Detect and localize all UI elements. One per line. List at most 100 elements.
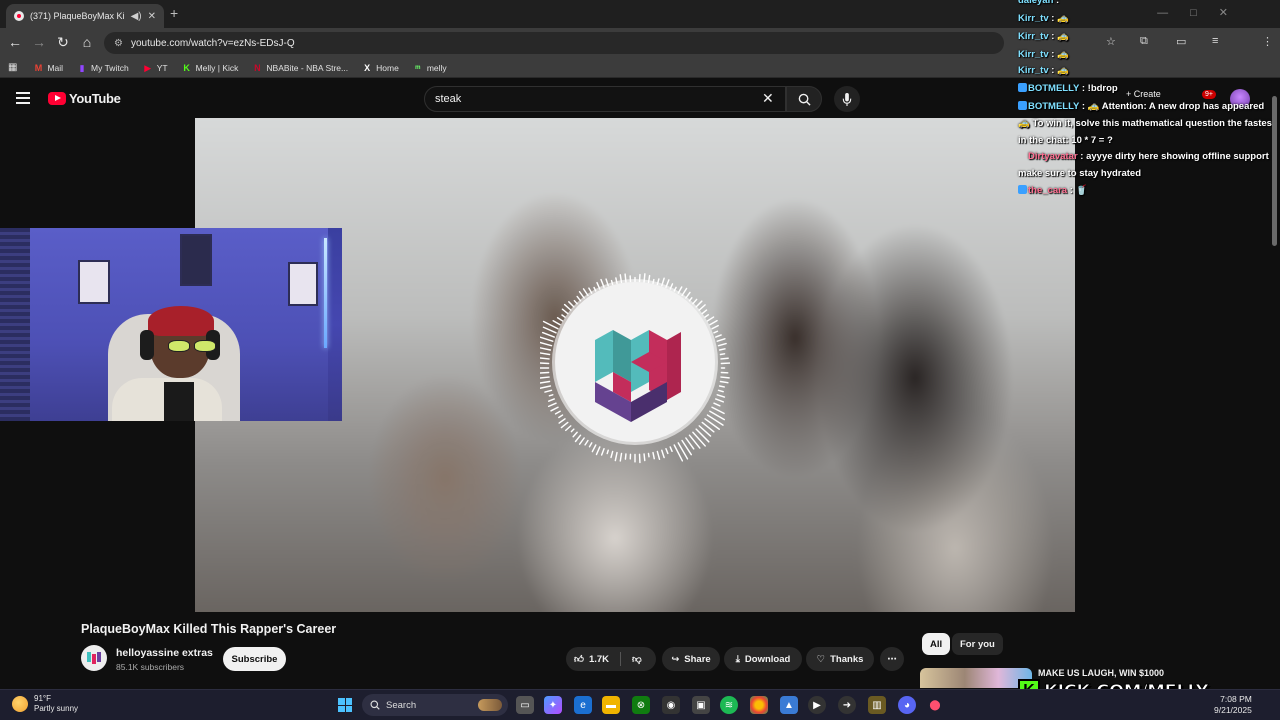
reload-icon[interactable]: ↻ [54, 34, 72, 51]
chat-username[interactable]: Dirtyavatar [1028, 151, 1078, 162]
chip-all[interactable]: All [922, 633, 951, 655]
site-info-icon[interactable]: ⚙ [114, 38, 123, 49]
visualizer-bar [624, 453, 627, 460]
photos-icon[interactable]: ▲ [780, 696, 798, 714]
share-button[interactable]: ↪ Share [662, 647, 720, 671]
thumbs-down-icon[interactable]: 👎︎ [632, 653, 642, 665]
bookmark-item[interactable]: N NBABite - NBA Stre... [252, 63, 348, 73]
chip-for-you[interactable]: For you [952, 633, 1003, 655]
visualizer-bar [593, 286, 597, 292]
twitch-icon: ▮ [79, 62, 85, 73]
forward-arrow-icon[interactable]: → [30, 34, 48, 50]
system-clock[interactable]: 7:08 PM 9/21/2025 [1214, 694, 1252, 716]
visualizer-bar [624, 273, 627, 283]
channel-avatar[interactable] [81, 645, 107, 671]
address-bar[interactable]: ⚙ youtube.com/watch?v=ezNs-EDsJ-Q [104, 32, 1004, 54]
task-view-icon[interactable]: ▭ [516, 696, 534, 714]
windows-start-icon[interactable] [338, 698, 352, 712]
chat-username[interactable]: daleyah [1018, 0, 1053, 6]
chat-username[interactable]: the_cara [1028, 185, 1067, 196]
search-button[interactable] [786, 86, 822, 112]
chat-username[interactable]: Kirr_tv [1018, 31, 1049, 42]
chrome-icon[interactable] [750, 696, 768, 714]
youtube-logo[interactable]: YouTube [48, 91, 121, 106]
chat-username[interactable]: Kirr_tv [1018, 65, 1049, 76]
bookmark-item[interactable]: K Melly | Kick [182, 63, 238, 73]
bookmark-item[interactable]: ▶ YT [143, 63, 167, 73]
apps-grid-icon[interactable]: ▦ [8, 62, 17, 73]
visualizer-bar [665, 279, 670, 289]
visualizer-bar [706, 316, 715, 322]
subscribe-button[interactable]: Subscribe [223, 647, 286, 671]
chat-text: 🚕 [1057, 13, 1069, 24]
spotify-icon[interactable]: ≋ [720, 696, 738, 714]
copilot-icon[interactable]: ✦ [544, 696, 562, 714]
bookmark-list: M Mail ▮ My Twitch ▶ YT K Melly | Kick N NBABite … [33, 63, 460, 73]
file-explorer-icon[interactable]: ▬ [602, 696, 620, 714]
visualizer-bar [556, 317, 564, 322]
search-input[interactable] [435, 93, 785, 105]
download-button[interactable]: ⤓ Download [724, 647, 802, 671]
chat-username[interactable]: BOTMELLY [1028, 101, 1079, 112]
next-video-thumbnail[interactable] [920, 668, 1032, 688]
home-icon[interactable]: ⌂ [78, 34, 96, 50]
visualizer-bar [661, 449, 665, 459]
visualizer-bar [572, 431, 578, 438]
chat-username[interactable]: Kirr_tv [1018, 13, 1049, 24]
media-player-icon[interactable]: ▶ [808, 696, 826, 714]
edge-icon[interactable]: e [574, 696, 592, 714]
thanks-button[interactable]: ♡ Thanks [806, 647, 874, 671]
visualizer-bar [542, 326, 557, 334]
visualizer-bar [698, 304, 706, 311]
obs-icon[interactable]: ◉ [662, 696, 680, 714]
bookmark-item[interactable]: M Mail [33, 63, 63, 73]
voice-search-button[interactable] [834, 86, 860, 112]
back-arrow-icon[interactable]: ← [6, 34, 24, 50]
hamburger-menu-icon[interactable] [16, 92, 30, 104]
more-actions-button[interactable]: ⋯ [880, 647, 904, 671]
app-icon[interactable]: ➜ [838, 696, 856, 714]
bookmark-item[interactable]: ▮ My Twitch [77, 63, 129, 73]
map-pin-icon[interactable]: ⬤ [926, 696, 944, 714]
chat-badge-icon [1018, 151, 1027, 160]
channel-subscriber-count: 85.1K subscribers [116, 662, 185, 672]
visualizer-bar [695, 300, 703, 308]
channel-name[interactable]: helloyassine extras [116, 647, 213, 659]
chat-username[interactable]: Kirr_tv [1018, 49, 1049, 60]
xbox-icon[interactable]: ⊗ [632, 696, 650, 714]
page-scrollbar[interactable] [1272, 96, 1277, 246]
taskbar-search[interactable]: Search [362, 694, 508, 716]
download-label: Download [744, 653, 791, 665]
store-icon[interactable]: ▣ [692, 696, 710, 714]
weather-temp: 91°F [34, 694, 51, 703]
visualizer-bar [588, 287, 593, 294]
share-arrow-icon: ↪ [671, 653, 680, 665]
speaker-icon[interactable]: ◀) [131, 11, 142, 22]
visualizer-bar [711, 324, 719, 330]
chat-text: 🚕 [1057, 65, 1069, 76]
visualizer-bar [610, 279, 614, 286]
visualizer-bar [540, 347, 552, 351]
visualizer-bar [578, 290, 585, 299]
bookmark-item[interactable]: ᵐ melly [413, 63, 446, 73]
like-button[interactable]: 👍︎ 1.7K [574, 653, 609, 666]
discord-icon[interactable]: ◕ [898, 696, 916, 714]
chat-username[interactable]: BOTMELLY [1028, 83, 1079, 94]
headset-icon [140, 330, 154, 360]
visualizer-bar [669, 283, 674, 290]
tab-title: (371) PlaqueBoyMax Killed [30, 11, 125, 21]
chat-badge-icon [1018, 185, 1027, 194]
weather-widget[interactable]: 91°F Partly sunny [12, 694, 78, 714]
close-tab-icon[interactable]: ✕ [148, 11, 156, 22]
browser-tab-active[interactable]: (371) PlaqueBoyMax Killed ◀) ✕ [6, 4, 164, 28]
chat-separator: : [1077, 151, 1087, 162]
video-title: PlaqueBoyMax Killed This Rapper's Career [81, 622, 337, 636]
visualizer-bar [619, 452, 623, 462]
led-light-strip [324, 238, 327, 348]
app-icon[interactable]: ▥ [868, 696, 886, 714]
bookmark-item[interactable]: X Home [362, 63, 399, 73]
new-tab-icon[interactable]: + [170, 5, 178, 21]
clear-search-icon[interactable]: ✕ [762, 90, 774, 107]
chat-separator: : [1048, 49, 1058, 60]
sunglasses [168, 340, 216, 352]
